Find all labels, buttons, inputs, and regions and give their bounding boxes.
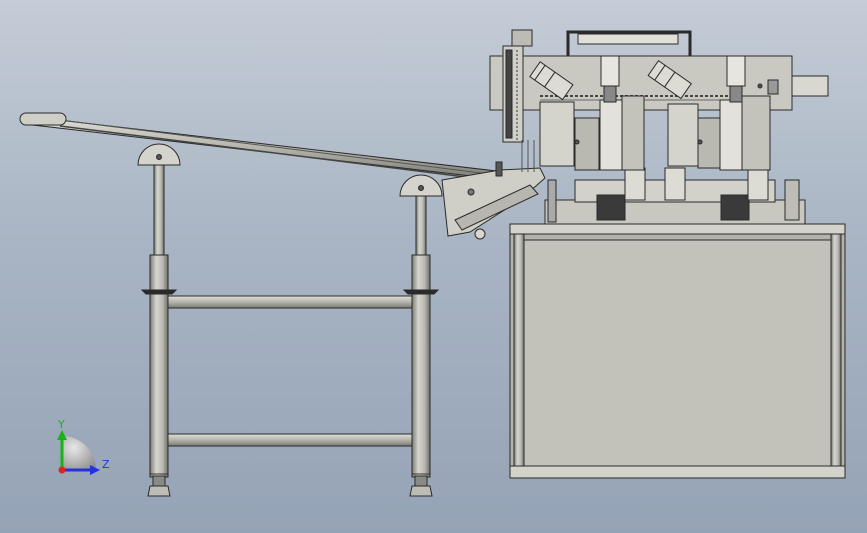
inclined-conveyor-rail <box>19 112 506 183</box>
machine-drawing: Y Z <box>19 29 846 497</box>
cabinet-panel <box>523 239 832 469</box>
conveyor-stand <box>19 112 506 497</box>
conveyor-end-cap <box>19 112 67 126</box>
triad-sphere <box>62 436 96 470</box>
x-axis-dot <box>58 466 66 474</box>
upper-crossbar <box>167 295 413 309</box>
beam-end-cap <box>791 75 829 97</box>
z-axis-label: Z <box>102 458 110 471</box>
cad-viewport[interactable]: Y Z <box>0 0 867 533</box>
clamp-block-right <box>720 194 750 221</box>
axis-triad: Y Z <box>57 418 110 475</box>
y-arrow-head <box>57 430 67 440</box>
left-leg-upper <box>153 164 165 258</box>
left-foot <box>147 485 171 497</box>
top-mechanism <box>489 29 829 225</box>
clamp-block-left <box>596 194 626 221</box>
y-axis-label: Y <box>57 418 65 431</box>
lower-crossbar <box>167 433 413 447</box>
left-leg <box>149 254 169 478</box>
machine-cabinet <box>509 223 846 479</box>
right-leg-upper <box>415 195 427 257</box>
right-foot <box>409 485 433 497</box>
right-leg <box>411 254 431 478</box>
